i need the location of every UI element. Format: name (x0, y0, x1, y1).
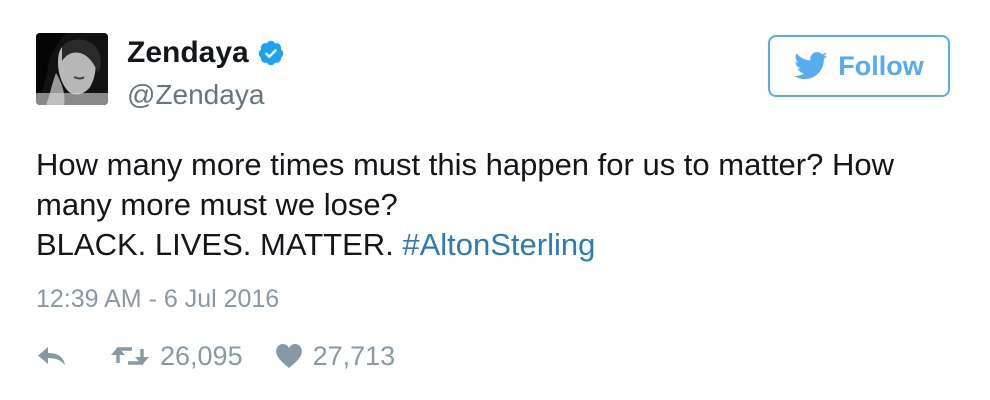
action-bar: 26,095 27,713 (36, 336, 395, 376)
like-button[interactable]: 27,713 (275, 340, 396, 372)
retweet-count: 26,095 (160, 340, 243, 371)
tweet-line: How many more times must this happen for… (36, 147, 894, 182)
tweet-text: How many more times must this happen for… (36, 145, 956, 265)
reply-icon (38, 347, 65, 365)
heart-icon (275, 344, 302, 368)
retweet-button[interactable]: 26,095 (110, 341, 243, 372)
display-name[interactable]: Zendaya (127, 33, 249, 73)
like-count: 27,713 (312, 340, 396, 371)
handle[interactable]: @Zendaya (127, 78, 264, 112)
follow-button[interactable]: Follow (768, 35, 950, 97)
retweet-icon (111, 347, 149, 365)
avatar[interactable] (36, 33, 108, 105)
reply-button[interactable] (36, 344, 68, 368)
hashtag-link[interactable]: #AltonSterling (402, 227, 595, 262)
twitter-bird-icon (794, 52, 828, 80)
timestamp[interactable]: 12:39 AM - 6 Jul 2016 (36, 282, 279, 316)
verified-badge-icon (258, 40, 283, 66)
tweet-line: many more must we lose? (36, 187, 398, 222)
tweet-line-with-hashtag: BLACK. LIVES. MATTER. #AltonSterling (36, 225, 956, 265)
follow-label: Follow (838, 50, 924, 81)
tweet-line-text: BLACK. LIVES. MATTER. (36, 227, 403, 262)
profile-photo (36, 33, 108, 105)
display-name-row[interactable]: Zendaya (127, 33, 285, 73)
